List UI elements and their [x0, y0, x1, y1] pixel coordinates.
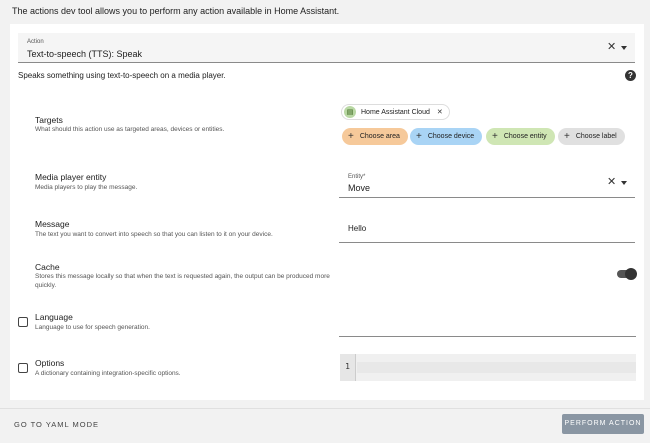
perform-action-button[interactable]: PERFORM ACTION — [562, 414, 644, 434]
language-checkbox[interactable] — [18, 317, 28, 327]
cache-toggle[interactable] — [617, 268, 637, 280]
choose-entity-label: Choose entity — [503, 133, 547, 140]
line-number: 1 — [340, 354, 356, 381]
message-input-value: Hello — [348, 224, 367, 233]
choose-label-label: Choose label — [575, 133, 617, 140]
toggle-knob — [625, 268, 637, 280]
choose-area-label: Choose area — [359, 133, 400, 140]
selected-target-label: Home Assistant Cloud — [361, 108, 430, 116]
choose-area-button[interactable]: + Choose area — [342, 128, 408, 145]
language-input[interactable] — [339, 308, 636, 337]
remove-target-icon[interactable]: ✕ — [437, 108, 443, 116]
plus-icon: + — [348, 131, 354, 142]
media-player-title: Media player entity — [35, 172, 107, 182]
targets-title: Targets — [35, 115, 63, 125]
footer-bar: GO TO YAML MODE PERFORM ACTION — [0, 408, 650, 443]
plus-icon: + — [492, 131, 498, 142]
choose-device-button[interactable]: + Choose device — [410, 128, 483, 145]
message-description: The text you want to convert into speech… — [35, 231, 273, 238]
yaml-mode-button[interactable]: GO TO YAML MODE — [14, 420, 99, 429]
help-icon[interactable]: ? — [625, 70, 636, 81]
entity-field-value: Move — [348, 183, 371, 193]
speech-entity-icon: ▤ — [344, 106, 356, 118]
entity-field-label: Entity* — [348, 174, 366, 180]
action-picker-label: Action — [27, 39, 44, 45]
selected-target-chip[interactable]: ▤ Home Assistant Cloud ✕ — [341, 104, 450, 120]
active-line[interactable] — [357, 362, 636, 373]
options-checkbox[interactable] — [18, 363, 28, 373]
options-yaml-editor[interactable]: 1 — [340, 354, 636, 381]
action-picker[interactable]: Action Text-to-speech (TTS): Speak ✕ — [18, 33, 635, 63]
choose-device-label: Choose device — [427, 133, 475, 140]
options-description: A dictionary containing integration-spec… — [35, 370, 181, 377]
targets-description: What should this action use as targeted … — [35, 126, 225, 133]
choose-entity-button[interactable]: + Choose entity — [486, 128, 555, 145]
message-title: Message — [35, 219, 70, 229]
chevron-down-icon[interactable] — [621, 46, 627, 50]
media-player-description: Media players to play the message. — [35, 184, 138, 191]
cache-title: Cache — [35, 262, 60, 272]
action-picker-value: Text-to-speech (TTS): Speak — [27, 49, 143, 59]
action-description: Speaks something using text-to-speech on… — [18, 71, 226, 80]
intro-text: The actions dev tool allows you to perfo… — [12, 6, 340, 16]
choose-label-button[interactable]: + Choose label — [558, 128, 625, 145]
action-card: Action Text-to-speech (TTS): Speak ✕ Spe… — [10, 24, 644, 400]
media-player-entity-picker[interactable]: Entity* Move ✕ — [339, 168, 635, 198]
language-description: Language to use for speech generation. — [35, 324, 150, 331]
options-title: Options — [35, 358, 65, 368]
language-title: Language — [35, 312, 73, 322]
plus-icon: + — [416, 131, 422, 142]
clear-entity-icon[interactable]: ✕ — [607, 177, 616, 188]
clear-action-icon[interactable]: ✕ — [607, 42, 616, 53]
message-input[interactable]: Hello — [339, 214, 635, 243]
plus-icon: + — [564, 131, 570, 142]
cache-description: Stores this message locally so that when… — [35, 273, 330, 289]
chevron-down-icon[interactable] — [621, 181, 627, 185]
